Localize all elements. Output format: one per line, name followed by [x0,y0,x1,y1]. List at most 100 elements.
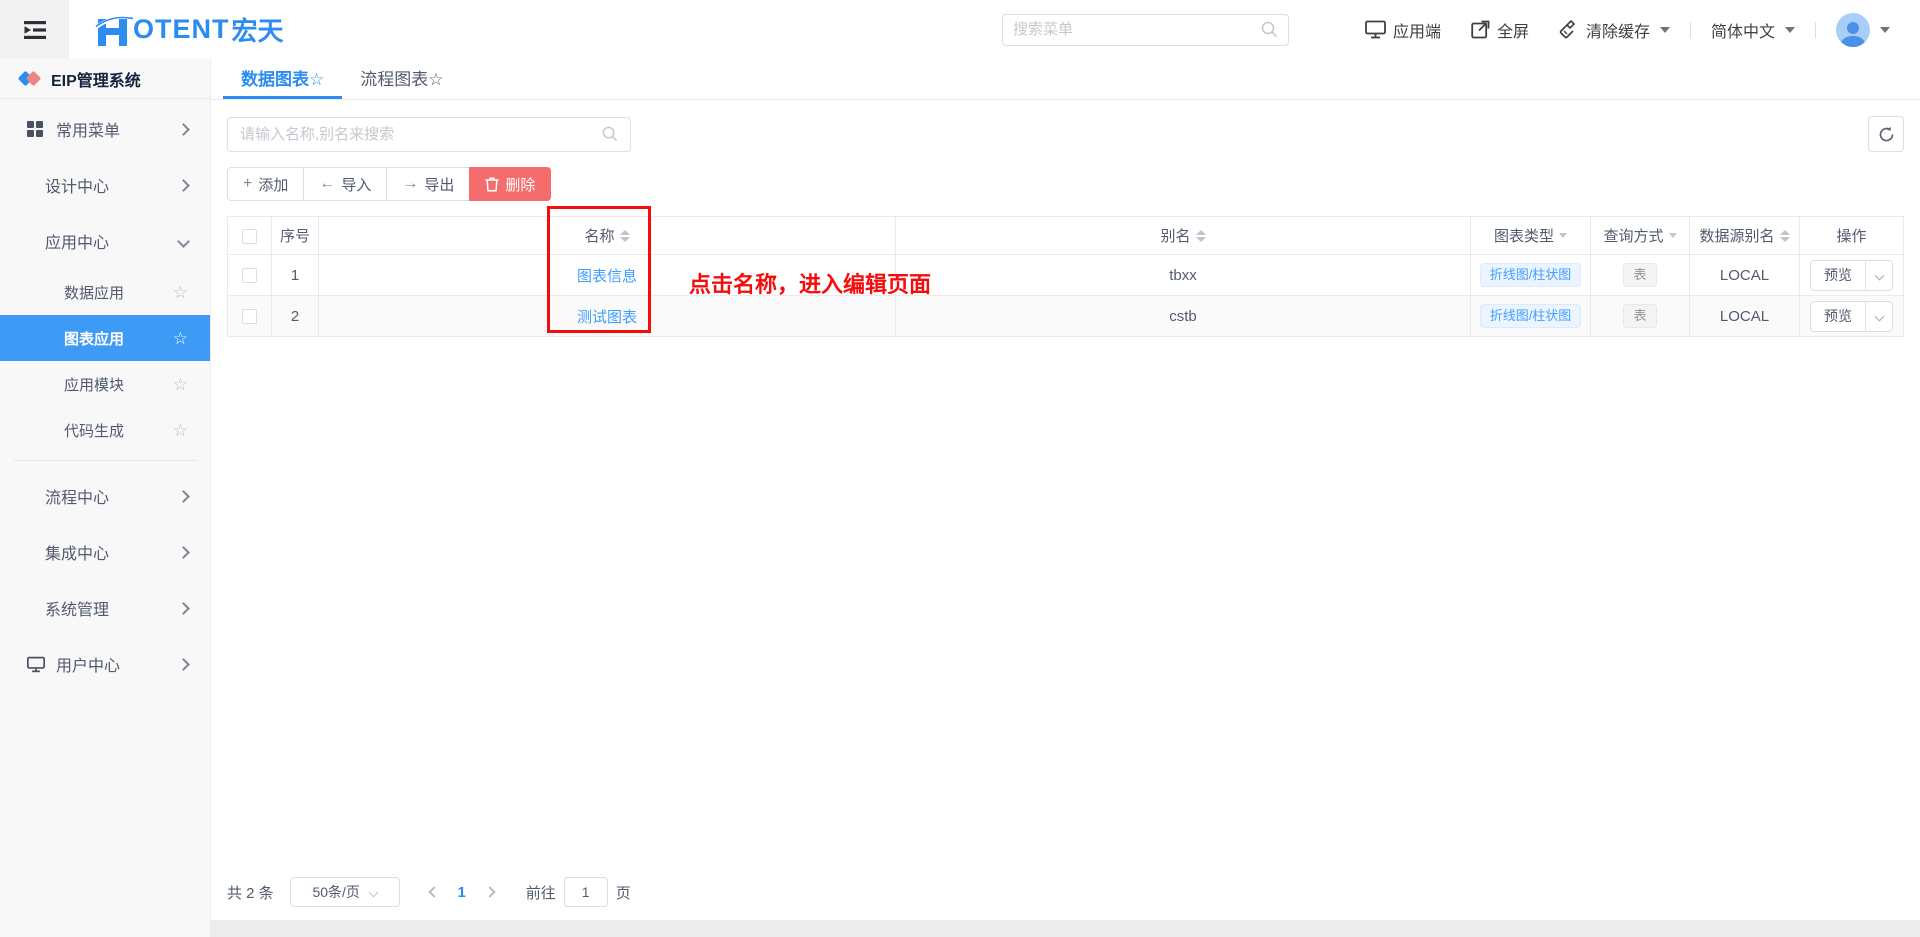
avatar[interactable] [1836,12,1870,47]
table-header-row: 序号 名称 别名 图表类型 查询方式 数据源别名 操作 [227,216,1904,255]
annotation-text: 点击名称，进入编辑页面 [689,272,932,297]
sidebar-item-app-module[interactable]: 应用模块 ☆ [0,361,210,407]
header-divider [1689,21,1691,38]
star-icon[interactable]: ☆ [173,422,188,439]
col-query-mode[interactable]: 查询方式 [1590,216,1690,255]
table-row: 2 测试图表 cstb 折线图/柱状图 表 LOCAL 预览 [227,295,1904,337]
menu-search-input[interactable] [1012,21,1261,38]
sidebar-item-integration-center[interactable]: 集成中心 [0,524,210,580]
row-checkbox[interactable] [242,309,257,325]
prev-page-button[interactable] [420,877,448,907]
delete-button[interactable]: 删除 [469,167,552,201]
cell-datasource: LOCAL [1689,295,1800,337]
tab-bar: 数据图表☆ 流程图表☆ [211,59,1920,100]
search-icon [1261,21,1278,38]
refresh-icon [1878,126,1895,143]
col-name[interactable]: 名称 [318,216,896,255]
hotent-logo: OTENT 宏天 [95,11,284,48]
logo-text: OTENT [133,14,230,44]
cell-seq: 2 [271,295,319,337]
sidebar-item-app-center[interactable]: 应用中心 [0,213,210,269]
star-icon[interactable]: ☆ [173,284,188,301]
star-icon[interactable]: ☆ [173,330,188,347]
chart-name-link[interactable]: 图表信息 [577,268,637,285]
chevron-right-icon [177,657,190,671]
tab-process-chart[interactable]: 流程图表☆ [342,59,461,99]
fullscreen-icon [1471,20,1490,39]
sidebar-item-system-manage[interactable]: 系统管理 [0,580,210,636]
chevron-right-icon [177,489,190,503]
star-icon[interactable]: ☆ [173,376,188,393]
chevron-right-icon [177,545,190,559]
cell-datasource: LOCAL [1689,254,1800,296]
sidebar-item-code-gen[interactable]: 代码生成 ☆ [0,407,210,453]
chart-name-link[interactable]: 测试图表 [577,309,637,326]
list-search-box [227,116,631,152]
header-divider [1815,21,1816,38]
fullscreen-label: 全屏 [1496,23,1529,41]
goto-page-input[interactable] [563,877,608,907]
preview-button[interactable]: 预览 [1811,302,1865,331]
menu-search-box [1001,13,1289,46]
logo-h-icon [95,13,133,47]
monitor-icon [1365,20,1386,39]
preview-button[interactable]: 预览 [1811,261,1865,290]
chevron-left-icon [428,886,440,898]
export-button[interactable]: → 导出 [386,167,471,201]
chevron-down-icon [368,887,379,897]
chevron-right-icon [177,122,190,136]
user-menu[interactable] [1836,12,1890,47]
tab-data-chart[interactable]: 数据图表☆ [223,59,343,99]
col-seq: 序号 [271,216,319,255]
system-title: EIP管理系统 [51,72,141,90]
arrow-right-icon: → [402,175,419,192]
sidebar-item-data-app[interactable]: 数据应用 ☆ [0,269,210,315]
table-row: 1 图表信息 tbxx 折线图/柱状图 表 LOCAL 预览 [227,254,1904,296]
sort-icon [1779,229,1790,242]
trash-icon [485,176,499,192]
import-button[interactable]: ← 导入 [303,167,388,201]
row-checkbox[interactable] [242,268,257,284]
chevron-down-icon [1880,26,1890,33]
page-unit-label: 页 [615,884,631,902]
page-size-select[interactable]: 50条/页 [289,877,400,907]
sidebar: EIP管理系统 常用菜单 设计中心 应用中心 数据应用 ☆ 图表应用 ☆ 应用模… [0,59,211,937]
preview-dropdown-button[interactable] [1865,260,1892,290]
plus-icon: + [243,175,253,192]
logo-suffix: 宏天 [231,16,284,46]
app-client-button[interactable]: 应用端 [1365,18,1441,42]
total-count: 共 2 条 [227,884,274,902]
add-button[interactable]: + 添加 [227,167,305,201]
clear-cache-button[interactable]: 清除缓存 [1559,18,1670,42]
chevron-down-icon [1659,26,1670,33]
sidebar-collapse-button[interactable] [0,0,69,59]
col-alias[interactable]: 别名 [895,216,1471,255]
chevron-right-icon [177,601,190,615]
chevron-down-icon [1785,26,1795,33]
sidebar-item-chart-app[interactable]: 图表应用 ☆ [0,315,210,361]
language-selector[interactable]: 简体中文 [1711,18,1795,42]
col-chart-type[interactable]: 图表类型 [1470,216,1591,255]
page-number-1[interactable]: 1 [448,884,476,901]
monitor-icon [27,656,45,673]
preview-split-button[interactable]: 预览 [1810,259,1893,291]
language-label: 简体中文 [1710,23,1775,41]
sort-icon [619,229,630,242]
chart-list-table: 序号 名称 别名 图表类型 查询方式 数据源别名 操作 1 图表信息 tbxx … [227,216,1904,337]
select-all-checkbox[interactable] [242,228,257,244]
sidebar-item-user-center[interactable]: 用户中心 [0,636,210,692]
refresh-button[interactable] [1868,116,1904,152]
chevron-right-icon [177,178,190,192]
broom-icon [1559,19,1579,40]
sidebar-item-process-center[interactable]: 流程中心 [0,468,210,524]
goto-label: 前往 [525,884,556,902]
list-search-input[interactable] [240,125,602,143]
preview-dropdown-button[interactable] [1865,301,1892,331]
preview-split-button[interactable]: 预览 [1810,300,1893,332]
sidebar-item-design-center[interactable]: 设计中心 [0,157,210,213]
next-page-button[interactable] [476,877,504,907]
sidebar-item-common-menu[interactable]: 常用菜单 [0,101,210,157]
col-datasource[interactable]: 数据源别名 [1689,216,1800,255]
fullscreen-button[interactable]: 全屏 [1471,18,1529,42]
cell-alias: tbxx [895,254,1471,296]
